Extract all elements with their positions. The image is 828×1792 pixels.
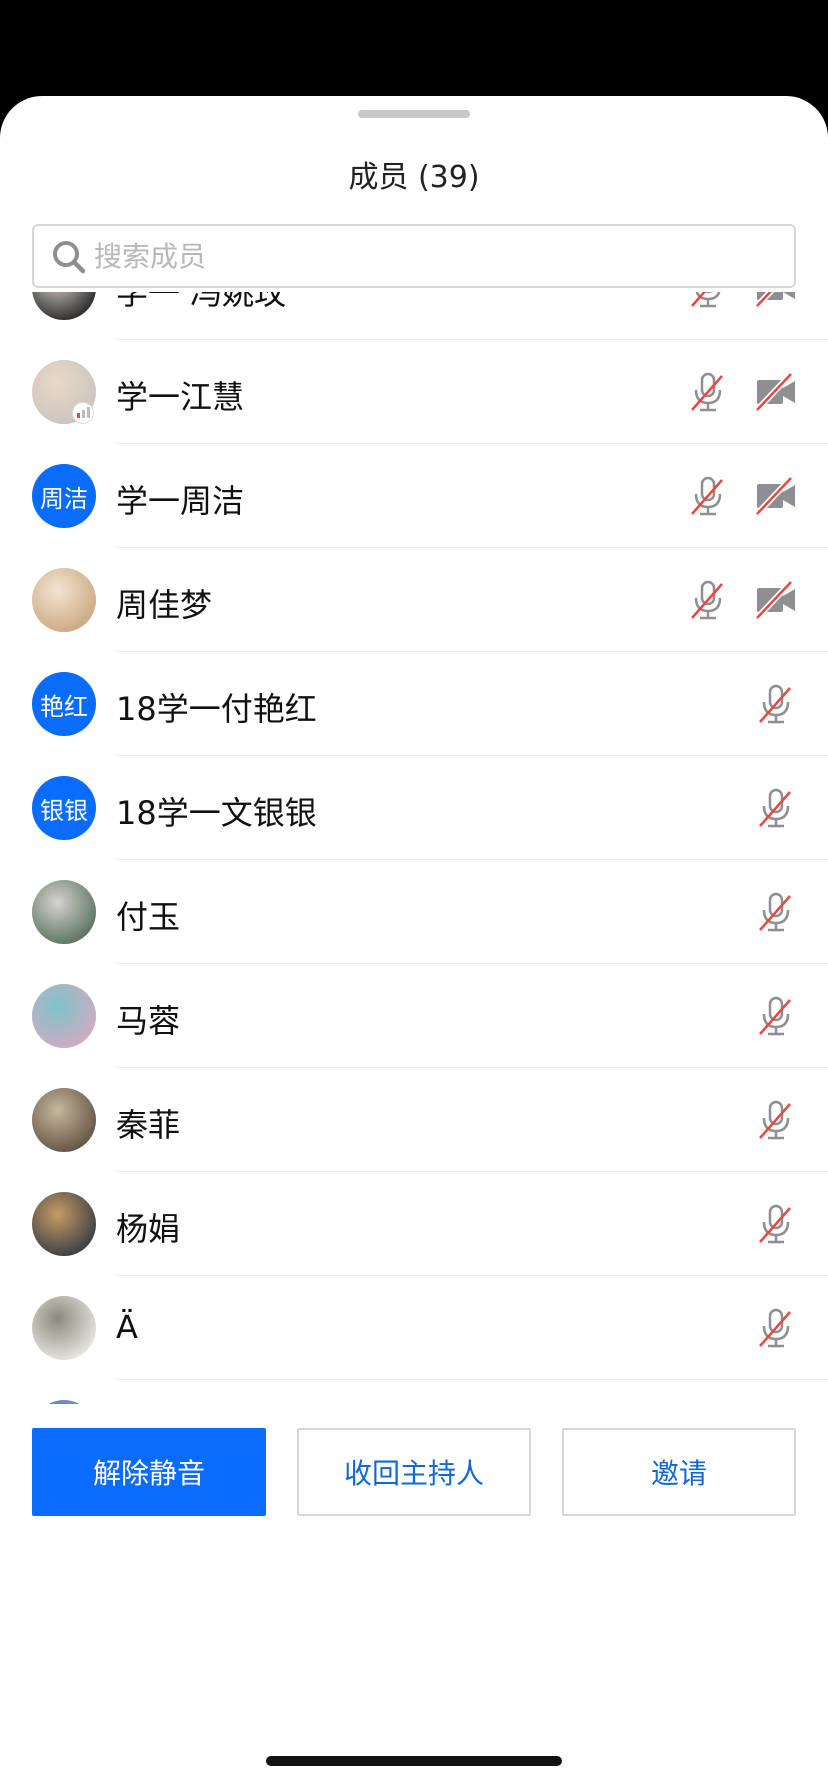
mic-muted-icon[interactable]	[754, 1098, 798, 1142]
member-name: 秦菲	[116, 1106, 181, 1144]
mic-muted-icon[interactable]	[754, 994, 798, 1038]
avatar	[32, 1088, 96, 1152]
member-row[interactable]: 银银 18学一文银银	[0, 756, 828, 860]
mic-muted-icon[interactable]	[754, 1306, 798, 1350]
member-row[interactable]: 艳红 18学一付艳红	[0, 652, 828, 756]
members-sheet: 成员 (39) 学一 冯姚玫 学一江慧	[0, 96, 828, 1792]
avatar	[32, 984, 96, 1048]
member-name: 18学一付艳红	[116, 690, 317, 728]
member-list[interactable]: 学一 冯姚玫 学一江慧 周洁 学一周洁 周佳梦 艳红 18学一付艳红 银银 18…	[0, 292, 828, 1404]
avatar: 银银	[32, 776, 96, 840]
page-title: 成员 (39)	[348, 160, 480, 195]
member-name: 马蓉	[116, 1002, 181, 1040]
member-row[interactable]: 学一 冯姚玫	[0, 292, 828, 340]
footer-actions: 解除静音 收回主持人 邀请	[0, 1404, 828, 1792]
mic-muted-icon[interactable]	[686, 578, 730, 622]
member-name: 学一周洁	[116, 482, 245, 520]
member-name: 学一江慧	[116, 378, 245, 416]
sheet-grabber[interactable]	[358, 110, 470, 118]
member-row[interactable]: 周洁 学一周洁	[0, 444, 828, 548]
unmute-all-button[interactable]: 解除静音	[32, 1428, 266, 1516]
audio-level-badge	[72, 402, 94, 424]
mic-muted-icon[interactable]	[686, 292, 730, 310]
member-row[interactable]: Ä	[0, 1276, 828, 1380]
member-row[interactable]: 秦菲	[0, 1068, 828, 1172]
mic-muted-icon[interactable]	[754, 786, 798, 830]
avatar	[32, 1192, 96, 1256]
home-indicator	[266, 1756, 562, 1766]
mic-muted-icon[interactable]	[754, 1202, 798, 1246]
avatar: 周洁	[32, 464, 96, 528]
mic-muted-icon[interactable]	[686, 370, 730, 414]
member-row[interactable]: 杨娟	[0, 1172, 828, 1276]
member-name: 18学一文银银	[116, 794, 317, 832]
reclaim-host-button[interactable]: 收回主持人	[297, 1428, 531, 1516]
avatar	[32, 568, 96, 632]
member-row[interactable]: 学一江慧	[0, 340, 828, 444]
avatar: 艳红	[32, 672, 96, 736]
avatar	[32, 880, 96, 944]
member-row[interactable]: 马蓉	[0, 964, 828, 1068]
member-name: 杨娟	[116, 1210, 181, 1248]
member-name: Ä	[116, 1308, 138, 1346]
member-name: 付玉	[116, 898, 181, 936]
search-box[interactable]	[32, 224, 796, 288]
member-row[interactable]: 周佳梦	[0, 548, 828, 652]
member-row[interactable]: 18学一刘永艳	[0, 1380, 828, 1404]
invite-button[interactable]: 邀请	[562, 1428, 796, 1516]
mic-muted-icon[interactable]	[686, 474, 730, 518]
avatar	[32, 292, 96, 320]
mic-muted-icon[interactable]	[754, 682, 798, 726]
camera-off-icon[interactable]	[754, 292, 798, 310]
mic-muted-icon[interactable]	[754, 890, 798, 934]
member-name: 周佳梦	[116, 586, 213, 624]
avatar	[32, 1296, 96, 1360]
search-input[interactable]	[94, 234, 784, 278]
member-name: 学一 冯姚玫	[116, 292, 287, 312]
search-icon	[50, 238, 88, 276]
camera-off-icon[interactable]	[754, 474, 798, 518]
member-row[interactable]: 付玉	[0, 860, 828, 964]
camera-off-icon[interactable]	[754, 370, 798, 414]
camera-off-icon[interactable]	[754, 578, 798, 622]
